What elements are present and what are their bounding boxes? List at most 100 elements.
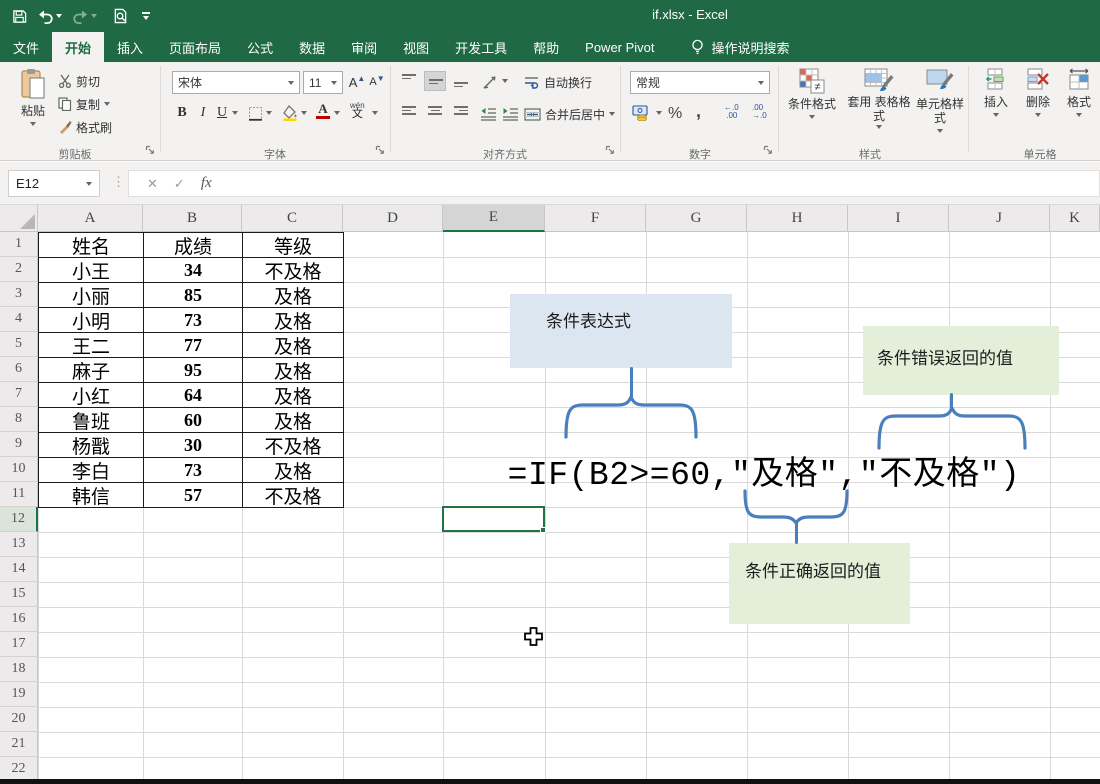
- table-cell[interactable]: 及格: [243, 408, 344, 433]
- table-cell[interactable]: 及格: [243, 358, 344, 383]
- font-color-icon[interactable]: A: [316, 100, 330, 122]
- table-cell[interactable]: 不及格: [243, 433, 344, 458]
- row-header-10[interactable]: 10: [0, 457, 38, 482]
- table-cell[interactable]: 及格: [243, 308, 344, 333]
- row-header-22[interactable]: 22: [0, 757, 38, 779]
- row-header-20[interactable]: 20: [0, 707, 38, 732]
- row-header-9[interactable]: 9: [0, 432, 38, 457]
- column-header-C[interactable]: C: [242, 205, 343, 232]
- name-box[interactable]: E12: [8, 170, 100, 197]
- format-cells-button[interactable]: 格式: [1060, 68, 1098, 117]
- table-cell[interactable]: 小王: [39, 258, 144, 283]
- column-header-E[interactable]: E: [443, 205, 545, 232]
- conditional-dropdown-icon[interactable]: [809, 115, 815, 119]
- comma-style-button[interactable]: ,: [696, 100, 701, 122]
- table-cell[interactable]: 小明: [39, 308, 144, 333]
- cut-button[interactable]: 剪切: [58, 71, 100, 91]
- shrink-font-icon[interactable]: A▼: [368, 71, 386, 93]
- format-as-table-button[interactable]: 套用 表格格式: [846, 68, 912, 129]
- dialog-launcher-icon[interactable]: [763, 145, 773, 155]
- accounting-dropdown-icon[interactable]: [656, 111, 662, 115]
- undo-dropdown-icon[interactable]: [56, 14, 62, 18]
- formula-input[interactable]: ✕ ✓ fx: [128, 170, 1100, 197]
- row-header-12[interactable]: 12: [0, 507, 38, 532]
- row-header-3[interactable]: 3: [0, 282, 38, 307]
- table-cell[interactable]: 60: [144, 408, 243, 433]
- column-header-D[interactable]: D: [343, 205, 443, 232]
- fill-handle[interactable]: [540, 527, 546, 533]
- table-header-cell[interactable]: 姓名: [39, 233, 144, 258]
- tab-页面布局[interactable]: 页面布局: [156, 32, 234, 62]
- row-header-8[interactable]: 8: [0, 407, 38, 432]
- table-cell[interactable]: 73: [144, 458, 243, 483]
- table-cell[interactable]: 95: [144, 358, 243, 383]
- column-header-A[interactable]: A: [38, 205, 143, 232]
- borders-dropdown-icon[interactable]: [266, 111, 272, 115]
- column-header-F[interactable]: F: [545, 205, 646, 232]
- underline-button[interactable]: U: [214, 102, 230, 124]
- column-header-K[interactable]: K: [1050, 205, 1100, 232]
- table-cell[interactable]: 不及格: [243, 483, 344, 508]
- decrease-decimal-icon[interactable]: .00→.0: [752, 104, 767, 120]
- align-middle-icon[interactable]: [424, 71, 446, 91]
- table-cell[interactable]: 85: [144, 283, 243, 308]
- tab-帮助[interactable]: 帮助: [520, 32, 572, 62]
- grow-font-icon[interactable]: A▲: [348, 71, 366, 93]
- italic-button[interactable]: I: [196, 102, 210, 124]
- insert-function-icon[interactable]: fx: [201, 175, 212, 192]
- table-cell[interactable]: 及格: [243, 333, 344, 358]
- select-all-corner[interactable]: [0, 205, 38, 232]
- phonetic-dropdown-icon[interactable]: [372, 111, 378, 115]
- font-size-combo[interactable]: 11: [303, 71, 343, 94]
- row-header-18[interactable]: 18: [0, 657, 38, 682]
- row-header-1[interactable]: 1: [0, 232, 38, 257]
- tab-审阅[interactable]: 审阅: [338, 32, 390, 62]
- enter-icon[interactable]: ✓: [174, 176, 185, 192]
- dialog-launcher-icon[interactable]: [375, 145, 385, 155]
- cell-styles-button[interactable]: 单元格样式: [914, 68, 966, 133]
- format-as-table-dropdown-icon[interactable]: [876, 125, 882, 129]
- font-name-combo[interactable]: 宋体: [172, 71, 300, 94]
- table-cell[interactable]: 64: [144, 383, 243, 408]
- copy-dropdown-icon[interactable]: [104, 102, 110, 106]
- row-header-16[interactable]: 16: [0, 607, 38, 632]
- table-cell[interactable]: 鲁班: [39, 408, 144, 433]
- tab-插入[interactable]: 插入: [104, 32, 156, 62]
- table-cell[interactable]: 57: [144, 483, 243, 508]
- table-cell[interactable]: 韩信: [39, 483, 144, 508]
- print-preview-icon[interactable]: [113, 8, 128, 24]
- align-right-icon[interactable]: [450, 103, 472, 123]
- dialog-launcher-icon[interactable]: [145, 145, 155, 155]
- merge-center-button[interactable]: 合并后居中: [524, 104, 615, 124]
- number-format-combo[interactable]: 常规: [630, 71, 770, 94]
- row-header-15[interactable]: 15: [0, 582, 38, 607]
- table-cell[interactable]: 34: [144, 258, 243, 283]
- tell-me-search[interactable]: 操作说明搜索: [668, 32, 790, 62]
- align-left-icon[interactable]: [398, 103, 420, 123]
- selected-cell-E12[interactable]: [442, 506, 545, 532]
- table-cell[interactable]: 77: [144, 333, 243, 358]
- column-header-B[interactable]: B: [143, 205, 242, 232]
- format-dropdown-icon[interactable]: [1076, 113, 1082, 117]
- decrease-indent-icon[interactable]: [480, 103, 497, 125]
- increase-indent-icon[interactable]: [502, 103, 519, 125]
- fill-color-icon[interactable]: [282, 102, 298, 124]
- delete-dropdown-icon[interactable]: [1035, 113, 1041, 117]
- row-header-6[interactable]: 6: [0, 357, 38, 382]
- tab-Power Pivot[interactable]: Power Pivot: [572, 32, 667, 62]
- row-header-11[interactable]: 11: [0, 482, 38, 507]
- tab-开始[interactable]: 开始: [52, 32, 104, 62]
- row-header-17[interactable]: 17: [0, 632, 38, 657]
- table-cell[interactable]: 30: [144, 433, 243, 458]
- table-header-cell[interactable]: 成绩: [144, 233, 243, 258]
- row-header-21[interactable]: 21: [0, 732, 38, 757]
- wrap-text-button[interactable]: 自动换行: [524, 72, 592, 92]
- table-header-cell[interactable]: 等级: [243, 233, 344, 258]
- dialog-launcher-icon[interactable]: [605, 145, 615, 155]
- cell-styles-dropdown-icon[interactable]: [937, 129, 943, 133]
- align-center-icon[interactable]: [424, 103, 446, 123]
- column-header-J[interactable]: J: [949, 205, 1050, 232]
- table-cell[interactable]: 不及格: [243, 258, 344, 283]
- undo-icon[interactable]: [37, 9, 62, 24]
- table-cell[interactable]: 麻子: [39, 358, 144, 383]
